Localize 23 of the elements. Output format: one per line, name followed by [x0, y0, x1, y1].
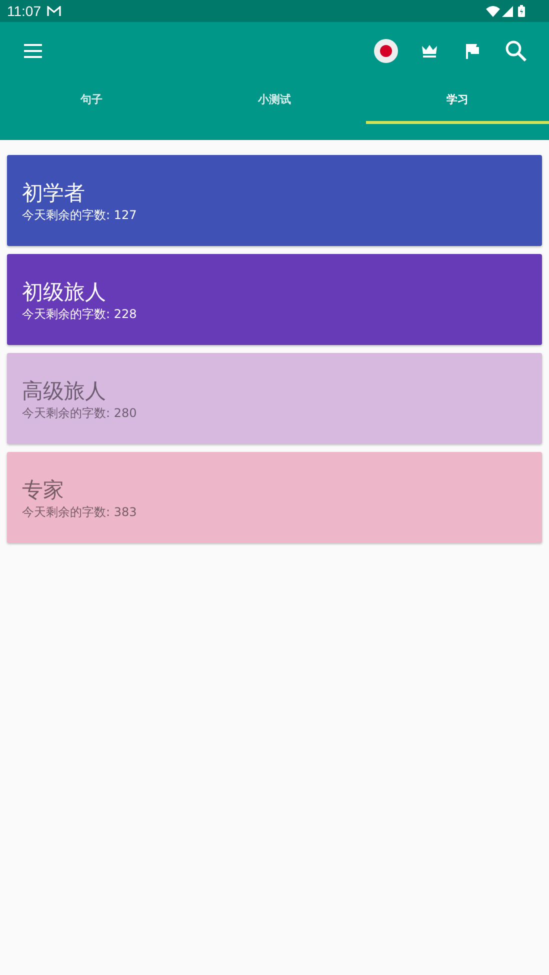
mail-icon [47, 6, 61, 16]
level-card[interactable]: 初级旅人 今天剩余的字数: 228 [7, 254, 542, 345]
flag-icon [464, 42, 480, 58]
level-title: 专家 [22, 477, 65, 504]
wifi-icon [486, 6, 500, 16]
level-title: 初级旅人 [22, 279, 107, 306]
tab[interactable]: 小测试 [183, 79, 366, 124]
level-title: 高级旅人 [22, 378, 107, 405]
status-time: 11:07 [7, 2, 41, 20]
battery-icon [518, 5, 525, 17]
level-subtitle: 今天剩余的字数: 280 [22, 405, 138, 422]
flag-circle-button[interactable] [374, 38, 398, 62]
tab[interactable]: 句子 [0, 79, 183, 124]
level-subtitle: 今天剩余的字数: 228 [22, 306, 138, 323]
tab[interactable]: 学习 [366, 79, 549, 124]
signal-icon [502, 6, 513, 16]
level-subtitle: 今天剩余的字数: 127 [22, 207, 138, 224]
level-card[interactable]: 初学者 今天剩余的字数: 127 [7, 155, 542, 246]
crown-icon [420, 44, 438, 58]
menu-icon [23, 42, 43, 58]
search-icon [505, 40, 527, 62]
level-subtitle: 今天剩余的字数: 383 [22, 504, 138, 521]
level-title: 初学者 [22, 180, 86, 207]
